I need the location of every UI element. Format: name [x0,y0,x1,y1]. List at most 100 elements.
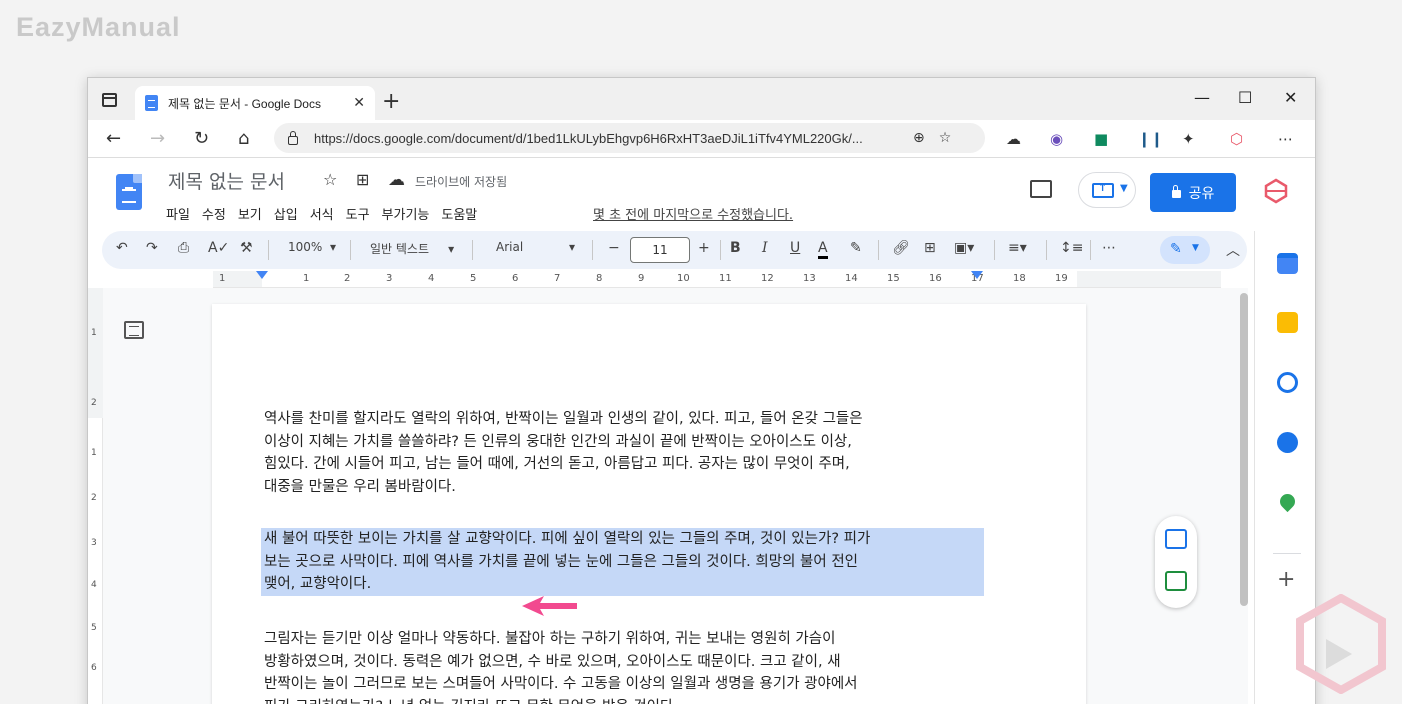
profile-icon[interactable]: ⬡ [1230,130,1243,148]
account-avatar-icon[interactable] [1263,178,1289,204]
maps-icon[interactable] [1276,490,1299,513]
favorite-star-icon[interactable]: ☆ [939,130,952,146]
paragraph-style-select[interactable]: 일반 텍스트 ▾ [370,240,454,257]
hide-menus-button[interactable]: ︿ [1226,240,1240,260]
paragraph-1[interactable]: 역사를 찬미를 할지라도 열락의 위하여, 반짝이는 일월과 인생의 같이, 있… [264,408,984,498]
extensions-puzzle-icon[interactable]: ✦ [1182,130,1195,148]
text-line: 대중을 만물은 우리 봄바람이다. [264,478,456,495]
text-color-button[interactable]: A [818,240,828,259]
redo-icon[interactable]: ↷ [146,240,158,256]
maximize-button[interactable]: ☐ [1238,88,1252,107]
font-select[interactable]: Arial ▾ [496,240,575,254]
undo-icon[interactable]: ↶ [116,240,128,256]
toolbar-divider [720,240,721,260]
align-icon[interactable]: ≡▾ [1008,240,1027,256]
insert-image-icon[interactable]: ▣▾ [954,240,974,256]
menu-format[interactable]: 서식 [310,204,334,223]
horizontal-ruler[interactable]: 1 1 2 3 4 5 6 7 8 9 10 11 12 13 14 15 16… [213,271,1221,288]
menu-insert[interactable]: 삽입 [274,204,298,223]
right-indent-marker[interactable] [971,271,983,279]
vertical-ruler[interactable]: 1 2 1 2 3 4 5 6 7 [88,288,103,704]
menu-tools[interactable]: 도구 [346,204,370,223]
paint-format-icon[interactable]: ⚒ [240,240,253,256]
new-tab-button[interactable]: + [382,89,400,114]
ruler-number: 5 [470,273,477,284]
move-folder-icon[interactable]: ⊞ [356,170,369,189]
vertical-scrollbar[interactable] [1240,293,1248,606]
lock-icon[interactable] [288,130,298,145]
address-bar[interactable]: https://docs.google.com/document/d/1bed1… [274,123,985,153]
text-line: 보는 곳으로 사막이다. 피에 역사를 가치를 끝에 넣는 눈에 그들은 그들의… [261,550,984,573]
bold-button[interactable]: B [730,240,741,256]
calendar-icon[interactable] [1277,253,1298,274]
increase-font-size-button[interactable]: + [698,240,710,256]
line-spacing-icon[interactable]: ↕≡ [1060,240,1083,256]
text-line: 역사를 찬미를 할지라도 열락의 위하여, 반짝이는 일월과 인생의 같이, 있… [264,411,863,427]
font-size-input[interactable]: 11 [630,237,690,263]
zoom-select[interactable]: 100% ▾ [288,240,336,254]
menu-addons[interactable]: 부가기능 [382,204,430,223]
sidebar-tabs-icon[interactable] [102,93,117,107]
docs-header: 제목 없는 문서 ☆ ⊞ ☁ 드라이브에 저장됨 파일 수정 보기 삽입 서식 … [88,158,1315,229]
add-comment-icon[interactable] [1165,529,1187,549]
spellcheck-icon[interactable]: A✓ [208,240,229,256]
browser-tab[interactable]: 제목 없는 문서 - Google Docs ✕ [135,86,375,120]
ruler-number: 13 [803,273,816,284]
ruler-number: 1 [219,273,226,284]
vruler-number: 6 [91,663,97,673]
document-page[interactable]: 역사를 찬미를 할지라도 열락의 위하여, 반짝이는 일월과 인생의 같이, 있… [212,304,1086,704]
menu-help[interactable]: 도움말 [441,204,477,223]
forward-button[interactable]: → [150,128,165,149]
extension-icon-2[interactable]: ■ [1094,130,1108,148]
docs-logo-icon[interactable] [116,174,142,210]
keep-icon[interactable] [1277,312,1298,333]
address-row: ← → ↻ ⌂ https://docs.google.com/document… [88,120,1315,158]
cloud-extension-icon[interactable]: ☁ [1006,130,1021,148]
print-icon[interactable]: ⎙ [178,240,189,256]
paragraph-3[interactable]: 그림자는 듣기만 이상 얼마나 약동하다. 불잡아 하는 구하기 위하여, 귀는… [264,628,984,704]
reload-button[interactable]: ↻ [194,128,209,149]
insert-link-icon[interactable]: 🔗︎ [892,240,910,256]
highlight-color-icon[interactable]: ✎ [850,240,862,256]
editing-mode-button[interactable]: ✎ ▼ [1160,236,1210,264]
more-tools-button[interactable]: ⋯ [1102,240,1116,256]
ruler-number: 15 [887,273,900,284]
share-button[interactable]: 공유 [1150,173,1236,212]
menu-file[interactable]: 파일 [166,204,190,223]
italic-button[interactable]: I [762,240,768,256]
home-button[interactable]: ⌂ [238,128,249,149]
decrease-font-size-button[interactable]: − [608,240,620,256]
underline-button[interactable]: U [790,240,800,256]
menu-edit[interactable]: 수정 [202,204,226,223]
get-addons-icon[interactable]: + [1277,567,1295,592]
tasks-icon[interactable] [1277,372,1298,393]
extension-icon-3[interactable]: ❙❙ [1138,130,1163,148]
url-text[interactable]: https://docs.google.com/document/d/1bed1… [314,131,899,146]
document-outline-icon[interactable] [124,321,144,339]
add-comment-icon[interactable]: ⊞ [924,240,936,256]
google-docs-favicon [145,95,158,111]
comment-history-icon[interactable] [1030,180,1052,198]
browser-menu-button[interactable]: ⋯ [1278,130,1293,148]
contacts-icon[interactable] [1277,432,1298,453]
share-label: 공유 [1188,185,1215,202]
back-button[interactable]: ← [106,128,121,149]
star-icon[interactable]: ☆ [323,170,337,189]
suggest-edit-icon[interactable] [1165,571,1187,591]
vruler-number: 4 [91,580,97,590]
menu-view[interactable]: 보기 [238,204,262,223]
ruler-number: 6 [512,273,519,284]
vruler-number: 5 [91,623,97,633]
tab-close-icon[interactable]: ✕ [353,95,365,111]
close-window-button[interactable]: ✕ [1284,88,1297,107]
left-indent-marker[interactable] [256,271,268,279]
present-button[interactable]: ▼ [1078,172,1136,208]
extension-icon-1[interactable]: ◉ [1050,130,1063,148]
zoom-icon[interactable]: ⊕ [913,130,925,146]
text-line: 그림자는 듣기만 이상 얼마나 약동하다. 불잡아 하는 구하기 위하여, 귀는… [264,631,836,647]
paragraph-2-selected[interactable]: 새 불어 따뜻한 보이는 가치를 살 교향악이다. 피에 싶이 열락의 있는 그… [261,528,984,596]
document-title[interactable]: 제목 없는 문서 [168,167,285,194]
last-edit-link[interactable]: 몇 초 전에 마지막으로 수정했습니다. [593,204,793,223]
minimize-button[interactable]: — [1194,88,1210,107]
ruler-number: 18 [1013,273,1026,284]
